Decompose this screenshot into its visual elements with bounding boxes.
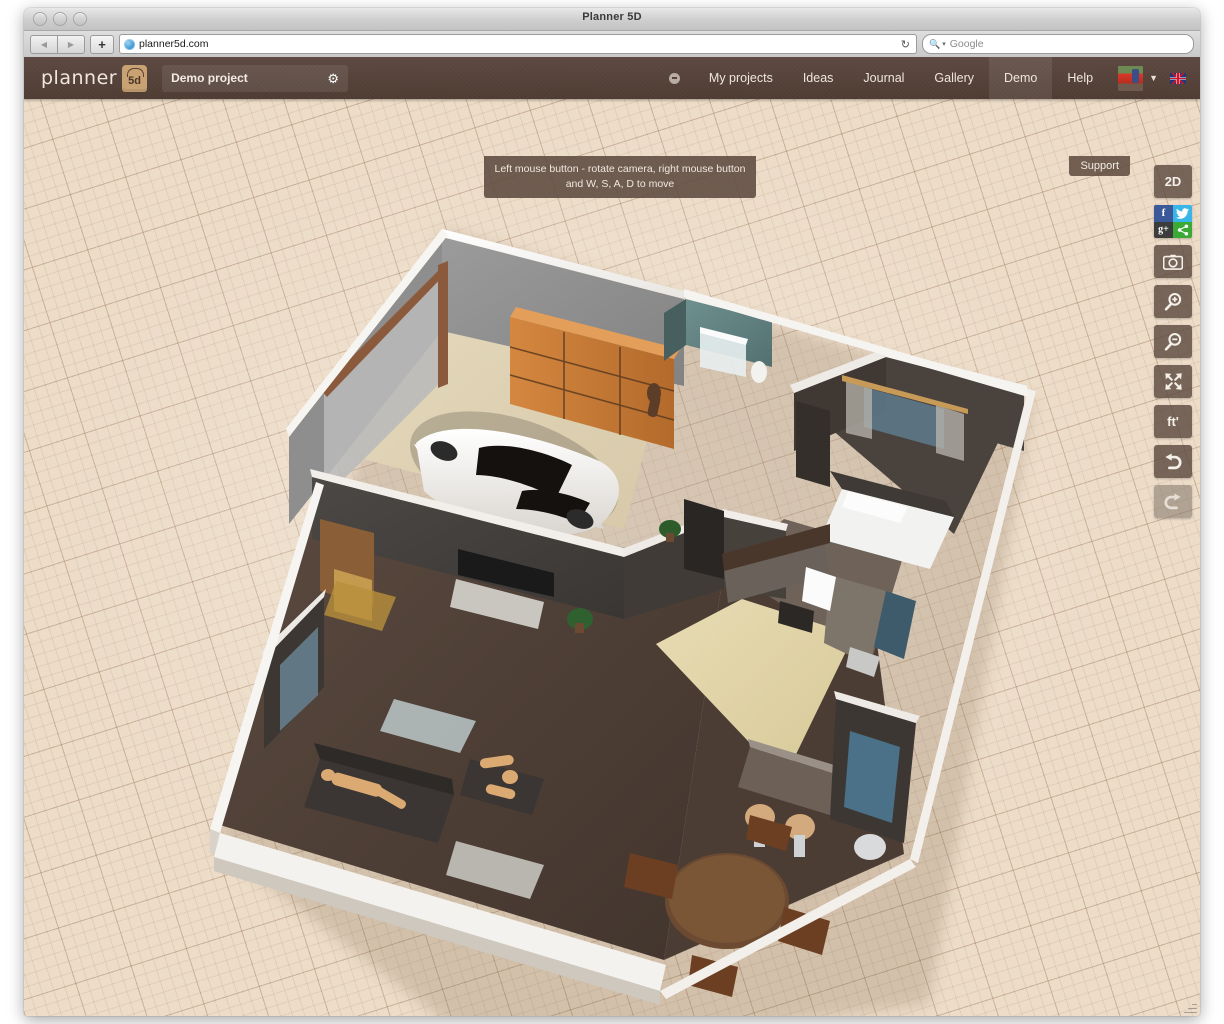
new-tab-button[interactable]: + xyxy=(90,35,114,54)
viewport-toolbar: 2D f g+ xyxy=(1154,165,1192,525)
view-2d-label: 2D xyxy=(1165,174,1182,189)
nav-item-demo[interactable]: Demo xyxy=(989,57,1052,99)
gear-icon[interactable]: ⚙ xyxy=(327,72,339,85)
nav-item-help[interactable]: Help xyxy=(1052,57,1108,99)
search-placeholder: Google xyxy=(950,38,984,50)
zoom-in-icon xyxy=(1164,292,1183,311)
garage-door-frame-right xyxy=(438,261,448,388)
facebook-icon[interactable]: f xyxy=(1154,205,1173,222)
planner5d-logo[interactable]: planner 5d xyxy=(24,65,147,92)
app-navbar: planner 5d Demo project ⚙ My projects Id… xyxy=(24,57,1200,99)
camera-icon xyxy=(1163,254,1183,270)
nav-item-my-projects[interactable]: My projects xyxy=(694,57,788,99)
address-bar[interactable]: planner5d.com ↻ xyxy=(119,34,917,54)
browser-toolbar: ◀ ▶ + planner5d.com ↻ 🔍 ▾ Google xyxy=(24,31,1200,58)
planner5d-app: planner 5d Demo project ⚙ My projects Id… xyxy=(24,57,1200,1016)
twitter-bird-icon xyxy=(1176,208,1189,219)
floorplan-3d-model[interactable] xyxy=(24,99,1200,1016)
reload-icon[interactable]: ↻ xyxy=(901,38,912,51)
uk-flag-icon[interactable] xyxy=(1170,73,1186,84)
window-title: Planner 5D xyxy=(24,11,1200,23)
wardrobe xyxy=(796,401,830,487)
undo-button[interactable] xyxy=(1154,445,1192,478)
door-hall xyxy=(684,499,724,579)
forward-button[interactable]: ▶ xyxy=(57,35,85,54)
fullscreen-button[interactable] xyxy=(1154,365,1192,398)
chevron-down-icon[interactable]: ▼ xyxy=(1149,73,1158,83)
browser-window: Planner 5D ◀ ▶ + planner5d.com ↻ 🔍 ▾ Goo… xyxy=(24,8,1200,1016)
bedroom-curtain-left xyxy=(846,381,872,439)
search-dropdown-icon[interactable]: ▾ xyxy=(942,40,946,48)
camera-hint-tooltip: Left mouse button - rotate camera, right… xyxy=(484,156,756,198)
units-button[interactable]: ft' xyxy=(1154,405,1192,438)
redo-arrow-icon xyxy=(1163,493,1183,511)
address-bar-text: planner5d.com xyxy=(139,38,208,50)
undo-arrow-icon xyxy=(1163,453,1183,471)
notification-dot-icon[interactable] xyxy=(669,73,680,84)
3d-viewport[interactable]: Left mouse button - rotate camera, right… xyxy=(24,99,1200,1016)
browser-titlebar: Planner 5D xyxy=(24,8,1200,31)
utility-window xyxy=(844,731,900,823)
globe-icon xyxy=(124,39,135,50)
logo-badge-text: 5d xyxy=(128,75,141,87)
zoom-in-button[interactable] xyxy=(1154,285,1192,318)
nav-item-journal[interactable]: Journal xyxy=(848,57,919,99)
redo-button[interactable] xyxy=(1154,485,1192,518)
support-button[interactable]: Support xyxy=(1069,156,1130,176)
share-nodes-icon xyxy=(1177,224,1189,236)
nav-item-ideas[interactable]: Ideas xyxy=(788,57,849,99)
fullscreen-icon xyxy=(1164,372,1183,391)
share-icon[interactable] xyxy=(1173,222,1192,239)
logo-badge-icon: 5d xyxy=(122,65,147,92)
dining-table-shade xyxy=(669,855,785,943)
navbar-links: My projects Ideas Journal Gallery Demo H… xyxy=(665,57,1200,99)
project-name: Demo project xyxy=(171,71,248,85)
avatar[interactable] xyxy=(1118,66,1143,91)
units-label: ft' xyxy=(1167,414,1179,429)
screenshot-button[interactable] xyxy=(1154,245,1192,278)
zoom-out-button[interactable] xyxy=(1154,325,1192,358)
zoom-out-icon xyxy=(1164,332,1183,351)
back-button[interactable]: ◀ xyxy=(30,35,58,54)
logo-wordmark: planner xyxy=(41,67,117,89)
google-plus-icon[interactable]: g+ xyxy=(1154,222,1173,239)
toilet xyxy=(751,361,767,383)
window-resize-grip[interactable] xyxy=(1183,999,1197,1013)
nav-item-gallery[interactable]: Gallery xyxy=(919,57,989,99)
view-2d-toggle-button[interactable]: 2D xyxy=(1154,165,1192,198)
twitter-icon[interactable] xyxy=(1173,205,1192,222)
washer xyxy=(854,834,886,860)
search-magnifier-icon: 🔍 xyxy=(929,39,940,50)
bedroom-curtain-right xyxy=(936,405,964,461)
social-share-buttons[interactable]: f g+ xyxy=(1154,205,1192,238)
search-input[interactable]: 🔍 ▾ Google xyxy=(922,34,1194,54)
project-selector[interactable]: Demo project ⚙ xyxy=(162,65,348,92)
